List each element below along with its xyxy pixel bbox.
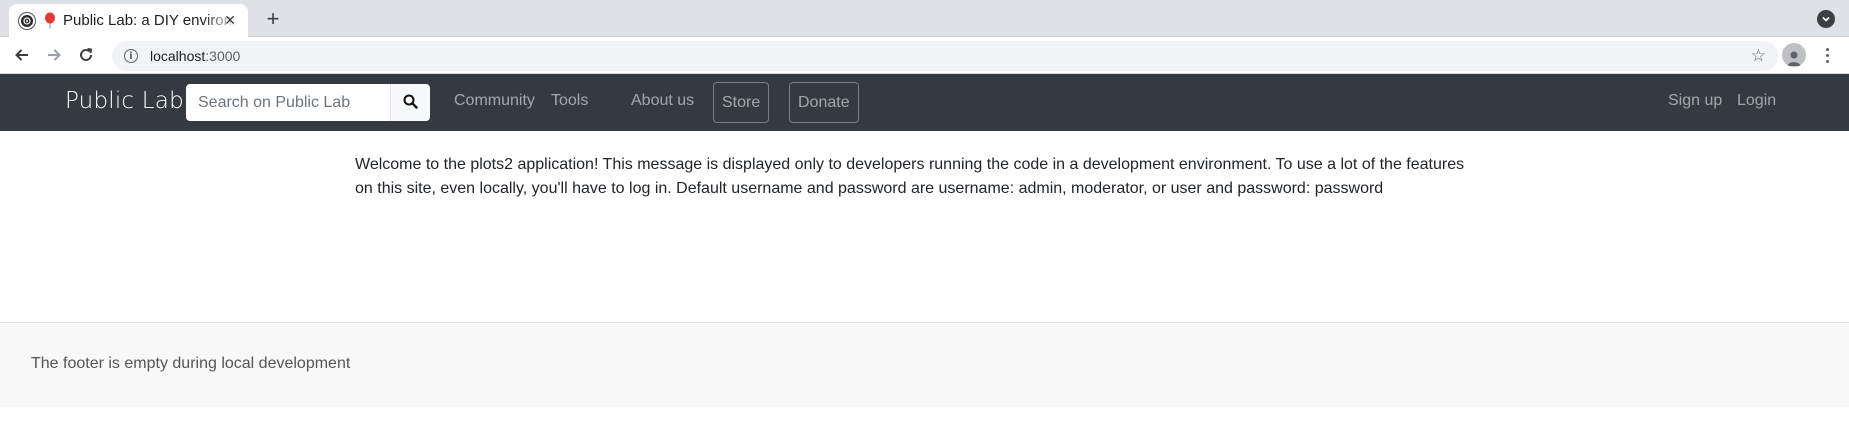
tab-search-icon[interactable]	[1817, 10, 1835, 28]
site-info-icon[interactable]: i	[124, 49, 138, 63]
tab-close-icon[interactable]: ✕	[222, 12, 238, 28]
bookmark-star-icon[interactable]: ☆	[1751, 46, 1766, 66]
dev-message-line-2: on this site, even locally, you'll have …	[355, 180, 1384, 197]
footer-text: The footer is empty during local develop…	[31, 355, 351, 372]
back-arrow-icon[interactable]	[11, 44, 33, 66]
nav-link-login[interactable]: Login	[1737, 92, 1776, 110]
nav-link-signup[interactable]: Sign up	[1668, 92, 1722, 110]
site-favicon-icon	[19, 12, 35, 29]
search-input[interactable]	[186, 84, 390, 121]
nav-link-tools[interactable]: Tools	[551, 92, 588, 110]
dev-message-line-1: Welcome to the plots2 application! This …	[355, 156, 1465, 173]
profile-avatar-icon[interactable]	[1782, 43, 1806, 67]
nav-link-about[interactable]: About us	[631, 92, 694, 110]
search-button[interactable]	[390, 84, 430, 121]
dev-welcome-message: Welcome to the plots2 application! This …	[355, 153, 1475, 201]
nav-button-store[interactable]: Store	[713, 82, 770, 123]
reload-icon[interactable]	[75, 44, 97, 66]
new-tab-icon[interactable]: +	[261, 6, 285, 31]
page-footer: The footer is empty during local develop…	[0, 322, 1849, 407]
browser-tab[interactable]: Public Lab: a DIY environmental science …	[9, 4, 248, 37]
url-port: :3000	[205, 48, 241, 64]
browser-toolbar: i localhost:3000 ☆	[0, 37, 1849, 74]
url-host: localhost	[150, 48, 206, 64]
browser-menu-icon[interactable]	[1820, 44, 1834, 66]
browser-tab-strip: Public Lab: a DIY environmental science …	[0, 0, 1849, 37]
tab-title: Public Lab: a DIY environmental science …	[63, 12, 238, 29]
brand-logo[interactable]: Public Lab	[65, 88, 184, 114]
search-group	[186, 84, 430, 121]
forward-arrow-icon[interactable]	[43, 44, 65, 66]
url-text: localhost:3000	[150, 48, 240, 64]
address-bar[interactable]: i localhost:3000 ☆	[112, 41, 1778, 71]
site-navbar: Public Lab Community Tools About us Stor…	[0, 74, 1849, 131]
balloon-icon	[43, 12, 57, 30]
nav-button-donate[interactable]: Donate	[789, 82, 859, 123]
search-icon	[403, 94, 418, 112]
nav-link-community[interactable]: Community	[454, 92, 535, 110]
